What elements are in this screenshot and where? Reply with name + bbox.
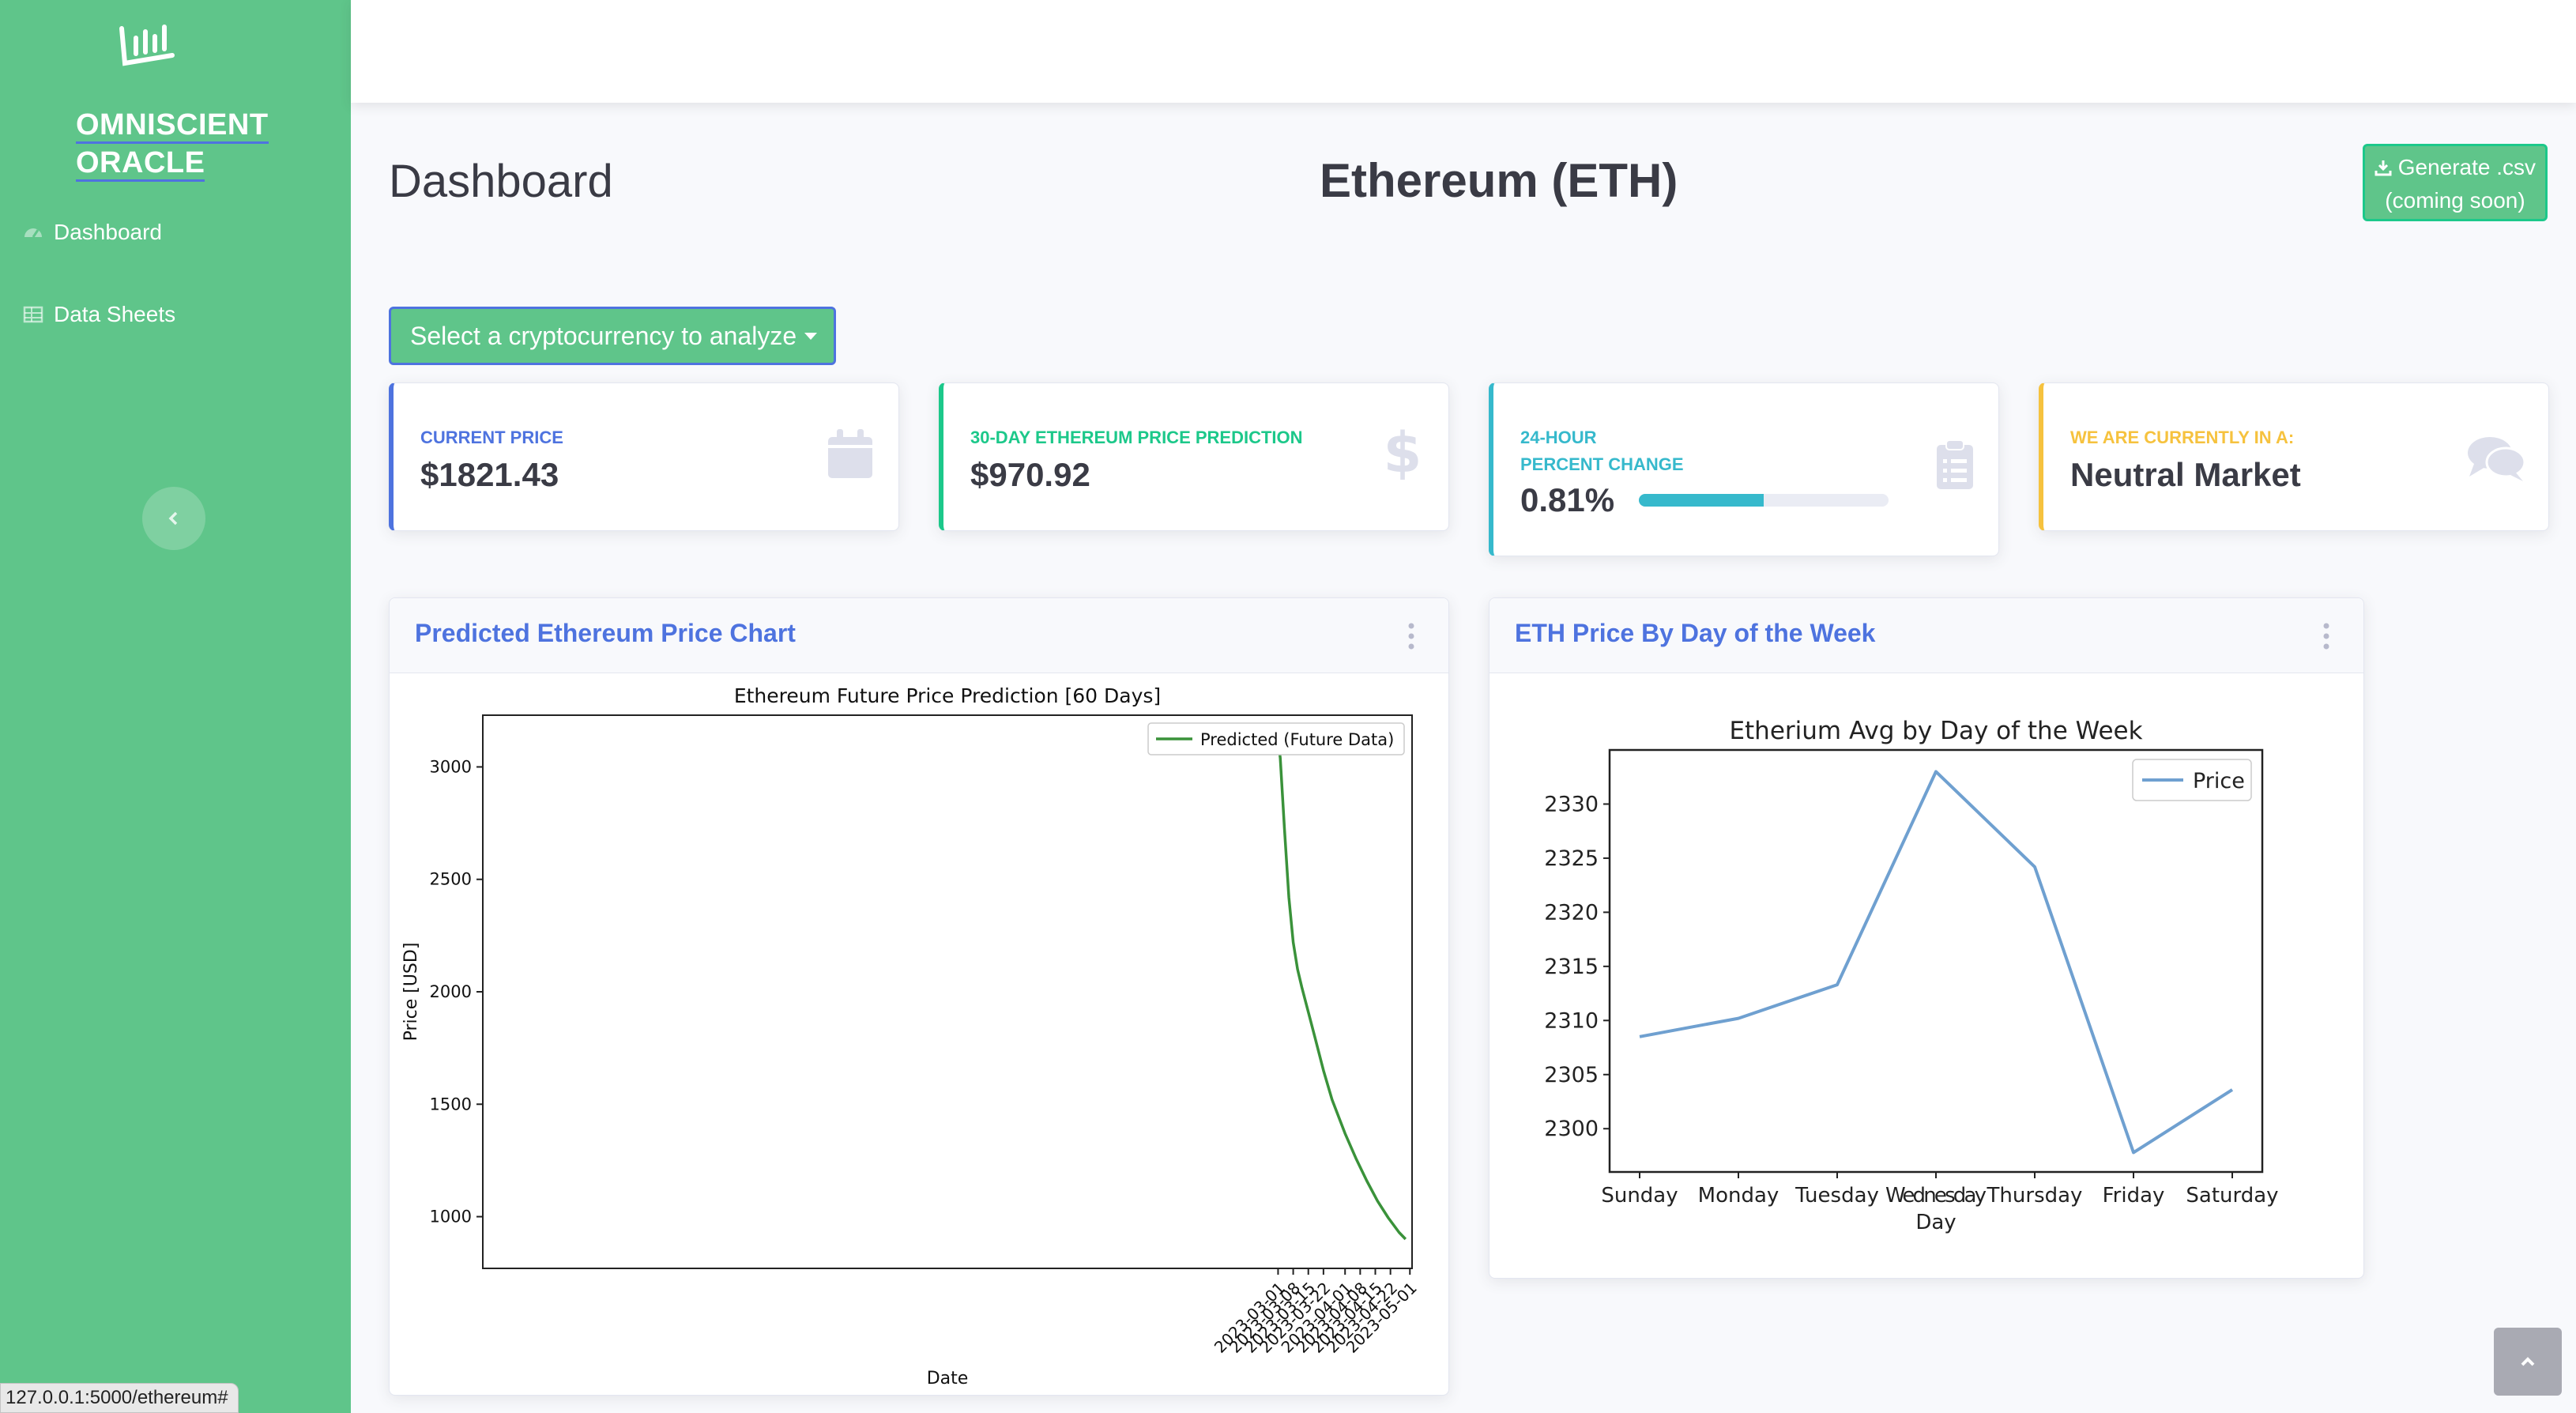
y-tick-label: 2325 <box>1544 846 1599 871</box>
percent-change-label-line1: 24-HOUR <box>1520 428 1597 447</box>
y-tick-label: 2315 <box>1544 955 1599 979</box>
sidebar-item-data-sheets[interactable]: Data Sheets <box>22 302 175 327</box>
y-tick-label: 2320 <box>1544 900 1599 925</box>
x-tick-label: Tuesday <box>1795 1184 1879 1208</box>
y-tick-label: 1000 <box>430 1208 472 1226</box>
current-price-value: $1821.43 <box>420 456 559 493</box>
market-status-value: Neutral Market <box>2070 456 2301 493</box>
weekday-chart-card: ETH Price By Day of the Week Etherium Av… <box>1489 597 2364 1279</box>
legend-label: Predicted (Future Data) <box>1200 730 1394 749</box>
crypto-select-dropdown[interactable]: Select a cryptocurrency to analyze <box>389 307 836 365</box>
x-tick-label: Monday <box>1698 1184 1779 1208</box>
generate-csv-note: (coming soon) <box>2385 188 2525 213</box>
sidebar-item-dashboard[interactable]: Dashboard <box>22 220 162 245</box>
sidebar-item-label: Dashboard <box>54 220 162 244</box>
weekday-chart-card-title: ETH Price By Day of the Week <box>1515 619 1876 647</box>
prediction-value: $970.92 <box>970 456 1090 493</box>
y-tick-label: 1500 <box>430 1095 472 1113</box>
calendar-icon <box>828 429 872 478</box>
x-tick-label: Friday <box>2103 1184 2165 1208</box>
y-tick-label: 3000 <box>430 757 472 776</box>
y-tick-label: 2330 <box>1544 792 1599 816</box>
progress-fill <box>1639 494 1764 507</box>
tachometer-icon <box>24 228 42 238</box>
percent-change-label: 24-HOUR PERCENT CHANGE <box>1520 424 1684 478</box>
x-tick-label: Thursday <box>1987 1184 2083 1208</box>
y-tick-label: 2500 <box>430 870 472 889</box>
prediction-line-chart: Ethereum Future Price Prediction [60 Day… <box>401 684 1421 1389</box>
prediction-label: 30-DAY ETHEREUM PRICE PREDICTION <box>970 428 1303 447</box>
more-options-icon[interactable] <box>2322 622 2330 650</box>
download-icon <box>2375 160 2392 176</box>
percent-change-progress <box>1639 494 1889 507</box>
status-bar-url: 127.0.0.1:5000/ethereum# <box>0 1383 239 1413</box>
brand-line-2: ORACLE <box>76 146 205 182</box>
plot-frame <box>482 714 1413 1269</box>
chevron-up-icon <box>2521 1357 2535 1366</box>
sidebar: OMNISCIENT ORACLE Dashboard Data Sheets <box>0 0 351 1413</box>
percent-change-card: 24-HOUR PERCENT CHANGE 0.81% <box>1489 382 1999 556</box>
y-tick-label: 2300 <box>1544 1117 1599 1141</box>
y-tick-label: 2000 <box>430 982 472 1001</box>
current-price-card: CURRENT PRICE $1821.43 <box>389 382 899 531</box>
clipboard-icon <box>1937 439 1973 489</box>
x-axis-label: Date <box>927 1369 969 1389</box>
chart-logo-icon <box>119 24 175 66</box>
chevron-left-icon <box>168 511 178 526</box>
comments-icon <box>2468 437 2526 481</box>
scroll-to-top-button[interactable] <box>2494 1328 2562 1396</box>
svg-text:$: $ <box>1385 428 1420 480</box>
caret-down-icon <box>804 332 818 340</box>
chart-title: Ethereum Future Price Prediction [60 Day… <box>734 684 1161 707</box>
market-status-label: WE ARE CURRENTLY IN A: <box>2070 428 2295 447</box>
brand-name[interactable]: OMNISCIENT ORACLE <box>76 106 269 182</box>
crypto-select-label: Select a cryptocurrency to analyze <box>410 321 797 350</box>
x-tick-label: Wednesday <box>1885 1184 1987 1208</box>
market-status-card: WE ARE CURRENTLY IN A: Neutral Market <box>2039 382 2549 531</box>
x-tick-label: Saturday <box>2186 1184 2278 1208</box>
page-title: Dashboard <box>389 156 613 207</box>
plot-frame <box>1608 748 2264 1174</box>
y-tick-label: 2305 <box>1544 1063 1599 1087</box>
topbar <box>351 0 2576 103</box>
brand-line-1: OMNISCIENT <box>76 108 269 144</box>
prediction-card: 30-DAY ETHEREUM PRICE PREDICTION $970.92… <box>939 382 1449 531</box>
generate-csv-label: Generate .csv <box>2397 155 2536 179</box>
coin-title: Ethereum (ETH) <box>1320 154 1678 207</box>
sidebar-item-label: Data Sheets <box>54 302 176 326</box>
x-axis-label: Day <box>1915 1211 1956 1234</box>
prediction-chart-card-title: Predicted Ethereum Price Chart <box>415 619 796 647</box>
more-options-icon[interactable] <box>1407 622 1415 650</box>
chart-card-header: ETH Price By Day of the Week <box>1489 598 2363 673</box>
percent-change-label-line2: PERCENT CHANGE <box>1520 454 1684 474</box>
prediction-chart-card: Predicted Ethereum Price Chart Ethereum … <box>389 597 1449 1396</box>
generate-csv-button[interactable]: Generate .csv (coming soon) <box>2363 144 2548 221</box>
weekday-line-chart: Etherium Avg by Day of the Week 2300 2305 2… <box>1544 717 2278 1234</box>
chart-card-header: Predicted Ethereum Price Chart <box>390 598 1448 673</box>
x-tick-label: Sunday <box>1601 1184 1678 1208</box>
table-icon <box>23 306 43 323</box>
y-tick-label: 2310 <box>1544 1008 1599 1033</box>
legend-label: Price <box>2193 769 2245 793</box>
sidebar-toggle-button[interactable] <box>142 487 205 550</box>
percent-change-value: 0.81% <box>1520 481 1615 518</box>
chart-title: Etherium Avg by Day of the Week <box>1729 717 2142 745</box>
y-axis-label: Price [USD] <box>401 943 421 1042</box>
dollar-icon: $ <box>1385 428 1420 480</box>
current-price-label: CURRENT PRICE <box>420 428 563 447</box>
